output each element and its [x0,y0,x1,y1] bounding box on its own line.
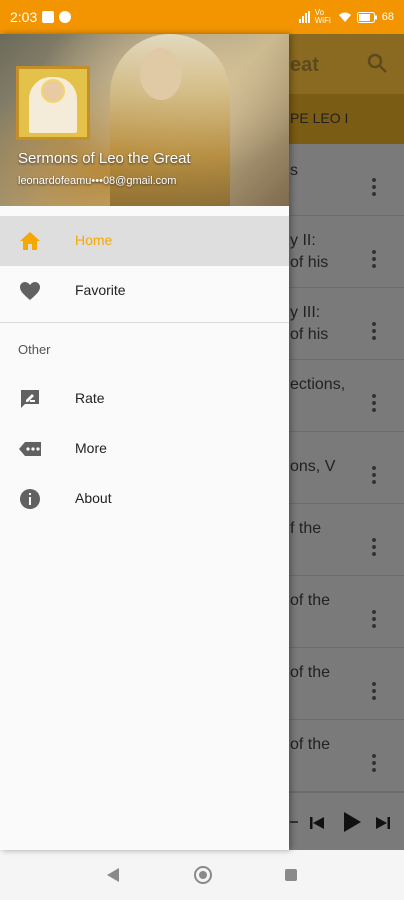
home-nav-icon[interactable] [194,866,212,884]
heart-icon [20,282,40,300]
navigation-drawer: Sermons of Leo the Great leonardofeamu••… [0,34,289,850]
drawer-item-label: Rate [75,390,105,406]
more-vert-icon[interactable] [372,250,376,268]
drawer-item-rate[interactable]: Rate [0,374,289,424]
skip-next-icon[interactable] [375,815,391,831]
list-item-text: ons, V [290,458,336,475]
section-label-other: Other [18,342,51,357]
notification-icon [42,11,55,23]
drawer-item-label: About [75,490,112,506]
drawer-email: leonardofeamu•••08@gmail.com [18,175,177,187]
status-time: 2:03 [10,9,38,25]
more-vert-icon[interactable] [372,466,376,484]
more-vert-icon[interactable] [372,322,376,340]
recents-icon[interactable] [285,869,297,881]
back-icon[interactable] [106,867,120,883]
search-icon[interactable] [366,52,388,74]
status-bar: 2:03 Vo WiFi 68 [0,0,404,34]
status-right: Vo WiFi 68 [298,8,394,25]
info-icon [20,489,40,509]
signal-icon [298,11,310,23]
drawer-item-favorite[interactable]: Favorite [0,266,289,316]
more-vert-icon[interactable] [372,178,376,196]
list-item-text: f the [290,520,322,537]
drawer-title: Sermons of Leo the Great [18,150,191,167]
drawer-item-home[interactable]: Home [0,216,289,266]
home-icon [20,232,40,250]
list-item-text: of the [290,592,331,609]
header-image-face [140,48,182,100]
app-title: eat [290,54,319,76]
more-vert-icon[interactable] [372,610,376,628]
list-item-text: of the [290,664,331,681]
drawer-divider [0,322,289,323]
network-label: Vo WiFi [314,8,331,25]
play-icon[interactable] [342,811,362,833]
skip-previous-icon[interactable] [309,815,325,831]
list-item-text: of the [290,736,331,753]
drawer-item-about[interactable]: About [0,474,289,524]
list-item-text: y III: of his [290,304,329,343]
system-nav-bar [0,850,404,900]
list-item-text: s [290,162,298,179]
rate-icon [21,390,39,408]
drawer-header: Sermons of Leo the Great leonardofeamu••… [0,34,289,206]
app-logo [16,66,90,140]
progress-bar[interactable] [290,821,298,823]
more-icon [19,442,41,456]
drawer-item-label: More [75,440,107,456]
drawer-item-label: Home [75,232,113,248]
list-item-text: ections, [290,376,346,393]
tab-label[interactable]: PE LEO I [290,110,348,126]
more-vert-icon[interactable] [372,682,376,700]
battery-icon [356,11,377,23]
wifi-icon [338,12,351,22]
drawer-item-more[interactable]: More [0,424,289,474]
more-vert-icon[interactable] [372,394,376,412]
app-notification-icon [59,11,72,23]
more-vert-icon[interactable] [372,538,376,556]
more-vert-icon[interactable] [372,754,376,772]
drawer-item-label: Favorite [75,282,126,298]
status-left: 2:03 [10,9,72,25]
list-item-text: y II: of his [290,232,329,271]
battery-level: 68 [381,11,394,23]
